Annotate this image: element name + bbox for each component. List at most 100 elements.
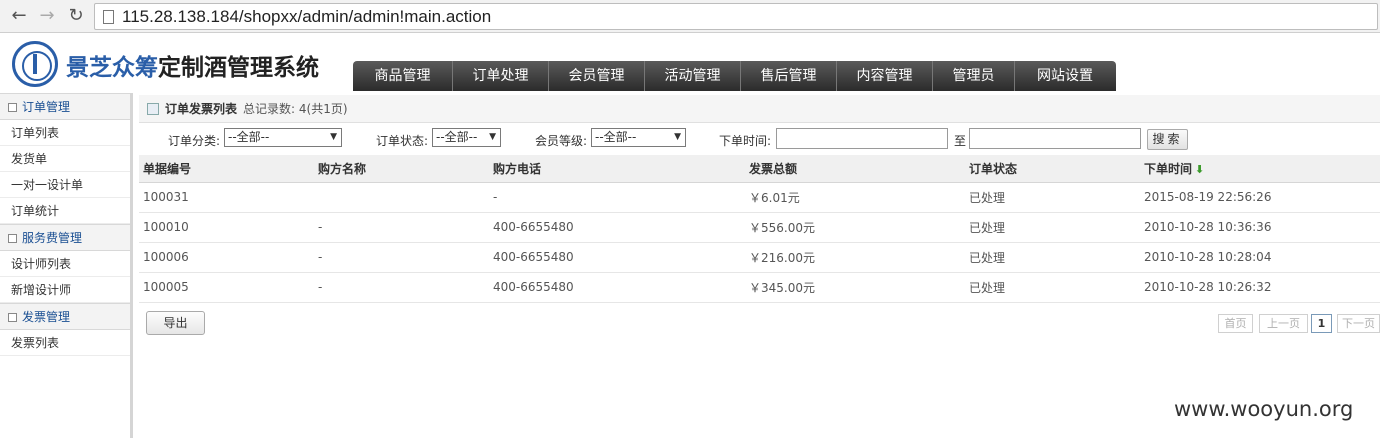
status-label: 订单状态: [376,134,429,148]
column-header-invoice-total[interactable]: 发票总额 [745,155,965,183]
forward-arrow-icon[interactable]: → [36,5,58,27]
cell-invoice-no: 100010 [139,212,314,243]
cell-buyer-phone: 400-6655480 [489,212,745,243]
sidebar-group-service-fee[interactable]: 服务费管理 [0,224,130,251]
sidebar: 订单管理 订单列表 发货单 一对一设计单 订单统计 服务费管理 设计师列表 新增… [0,93,133,438]
sidebar-group-order-management[interactable]: 订单管理 [0,93,130,120]
cell-order-time: 2010-10-28 10:36:36 [1140,212,1380,243]
column-header-order-status[interactable]: 订单状态 [965,155,1140,183]
cell-buyer-name [314,182,489,213]
sidebar-group-label: 发票管理 [22,310,71,324]
column-header-label: 购方电话 [493,161,542,176]
cell-invoice-total: ￥6.01元 [745,182,965,213]
collapse-box-icon [8,313,17,322]
filter-bar: 订单分类: --全部-- ▼ 订单状态: --全部-- ▼ 会员等级: --全部--… [139,126,1380,152]
table-row[interactable]: 100031 - ￥6.01元 已处理 2015-08-19 22:56:26 [139,182,1380,213]
collapse-box-icon [8,234,17,243]
sidebar-item-shipping[interactable]: 发货单 [0,146,130,172]
sidebar-item-add-designer[interactable]: 新增设计师 [0,277,130,303]
logo-text-system: 定制酒管理系统 [158,54,319,80]
cell-buyer-name: - [314,212,489,243]
search-button[interactable]: 搜索 [1147,129,1188,150]
nav-item-orders[interactable]: 订单处理 [453,61,549,91]
pager-current-page[interactable]: 1 [1311,314,1332,333]
page-title: 订单发票列表 [165,102,238,116]
invoice-table: 单据编号 购方名称 购方电话 发票总额 订单状态 下单时间 ⬇ 100031 - … [139,155,1380,303]
column-header-label: 购方名称 [318,161,367,176]
cell-order-time: 2015-08-19 22:56:26 [1140,182,1380,213]
sidebar-item-order-stats[interactable]: 订单统计 [0,198,130,224]
dropdown-arrow-icon: ▼ [674,132,681,142]
page-icon [103,10,114,24]
main-content: 订单发票列表 总记录数: 4(共1页) 订单分类: --全部-- ▼ 订单状态: -… [139,93,1380,438]
sidebar-item-order-list[interactable]: 订单列表 [0,120,130,146]
watermark-text: www.wooyun.org [1174,397,1354,421]
pager-next-button[interactable]: 下一页 [1337,314,1380,333]
cell-buyer-phone: 400-6655480 [489,272,745,303]
cell-invoice-no: 100005 [139,272,314,303]
column-header-buyer-phone[interactable]: 购方电话 [489,155,745,183]
cell-order-status: 已处理 [965,272,1140,303]
collapse-box-icon [8,103,17,112]
nav-item-activities[interactable]: 活动管理 [645,61,741,91]
breadcrumb: 订单发票列表 总记录数: 4(共1页) [139,95,1380,123]
nav-item-aftersales[interactable]: 售后管理 [741,61,837,91]
cell-buyer-phone: - [489,182,745,213]
app-header: 景芝众筹定制酒管理系统 商品管理 订单处理 会员管理 活动管理 售后管理 内容管… [0,34,1380,91]
start-date-input[interactable] [776,128,948,149]
address-bar[interactable]: 115.28.138.184/shopxx/admin/admin!main.a… [94,3,1378,30]
cell-invoice-no: 100031 [139,182,314,213]
nav-item-content[interactable]: 内容管理 [837,61,933,91]
sidebar-group-invoice[interactable]: 发票管理 [0,303,130,330]
back-arrow-icon[interactable]: ← [8,5,30,27]
sort-down-arrow-icon[interactable]: ⬇ [1195,163,1204,176]
cell-buyer-phone: 400-6655480 [489,242,745,273]
status-select[interactable]: --全部-- ▼ [432,128,501,147]
nav-item-members[interactable]: 会员管理 [549,61,645,91]
end-date-input[interactable] [969,128,1141,149]
table-row[interactable]: 100005 - 400-6655480 ￥345.00元 已处理 2010-1… [139,272,1380,303]
logo-text-brand: 景芝众筹 [66,54,158,80]
cell-order-status: 已处理 [965,212,1140,243]
member-level-select[interactable]: --全部-- ▼ [591,128,686,147]
column-header-label: 发票总额 [749,161,798,176]
date-range-to-label: 至 [954,134,967,148]
category-label: 订单分类: [168,134,221,148]
main-nav: 商品管理 订单处理 会员管理 活动管理 售后管理 内容管理 管理员 网站设置 [353,61,1116,91]
column-header-label: 订单状态 [969,161,1018,176]
sidebar-group-label: 服务费管理 [22,231,83,245]
export-button[interactable]: 导出 [146,311,205,335]
dropdown-arrow-icon: ▼ [489,132,496,142]
list-icon [147,103,159,115]
reload-icon[interactable]: ↻ [65,5,87,27]
app-logo-title: 景芝众筹定制酒管理系统 [66,48,319,82]
table-row[interactable]: 100006 - 400-6655480 ￥216.00元 已处理 2010-1… [139,242,1380,273]
status-select-value: --全部-- [436,130,478,144]
sidebar-item-invoice-list[interactable]: 发票列表 [0,330,130,356]
cell-order-time: 2010-10-28 10:26:32 [1140,272,1380,303]
pager-prev-button[interactable]: 上一页 [1259,314,1308,333]
column-header-label: 单据编号 [143,161,192,176]
category-select-value: --全部-- [228,130,270,144]
dropdown-arrow-icon: ▼ [330,132,337,142]
table-row[interactable]: 100010 - 400-6655480 ￥556.00元 已处理 2010-1… [139,212,1380,243]
browser-toolbar: ← → ↻ 115.28.138.184/shopxx/admin/admin!… [0,0,1380,33]
url-text[interactable]: 115.28.138.184/shopxx/admin/admin!main.a… [122,7,491,27]
cell-invoice-no: 100006 [139,242,314,273]
nav-item-products[interactable]: 商品管理 [353,61,453,91]
sidebar-item-design-order[interactable]: 一对一设计单 [0,172,130,198]
member-level-label: 会员等级: [535,134,588,148]
cell-buyer-name: - [314,272,489,303]
member-level-select-value: --全部-- [595,130,637,144]
order-time-label: 下单时间: [719,134,772,148]
pager-first-button[interactable]: 首页 [1218,314,1253,333]
category-select[interactable]: --全部-- ▼ [224,128,342,147]
sidebar-item-designer-list[interactable]: 设计师列表 [0,251,130,277]
nav-item-site-settings[interactable]: 网站设置 [1015,61,1115,91]
column-header-order-time[interactable]: 下单时间 ⬇ [1140,155,1380,183]
column-header-buyer-name[interactable]: 购方名称 [314,155,489,183]
column-header-label: 下单时间 [1144,161,1193,176]
column-header-invoice-no[interactable]: 单据编号 [139,155,314,183]
cell-invoice-total: ￥216.00元 [745,242,965,273]
nav-item-admins[interactable]: 管理员 [933,61,1015,91]
